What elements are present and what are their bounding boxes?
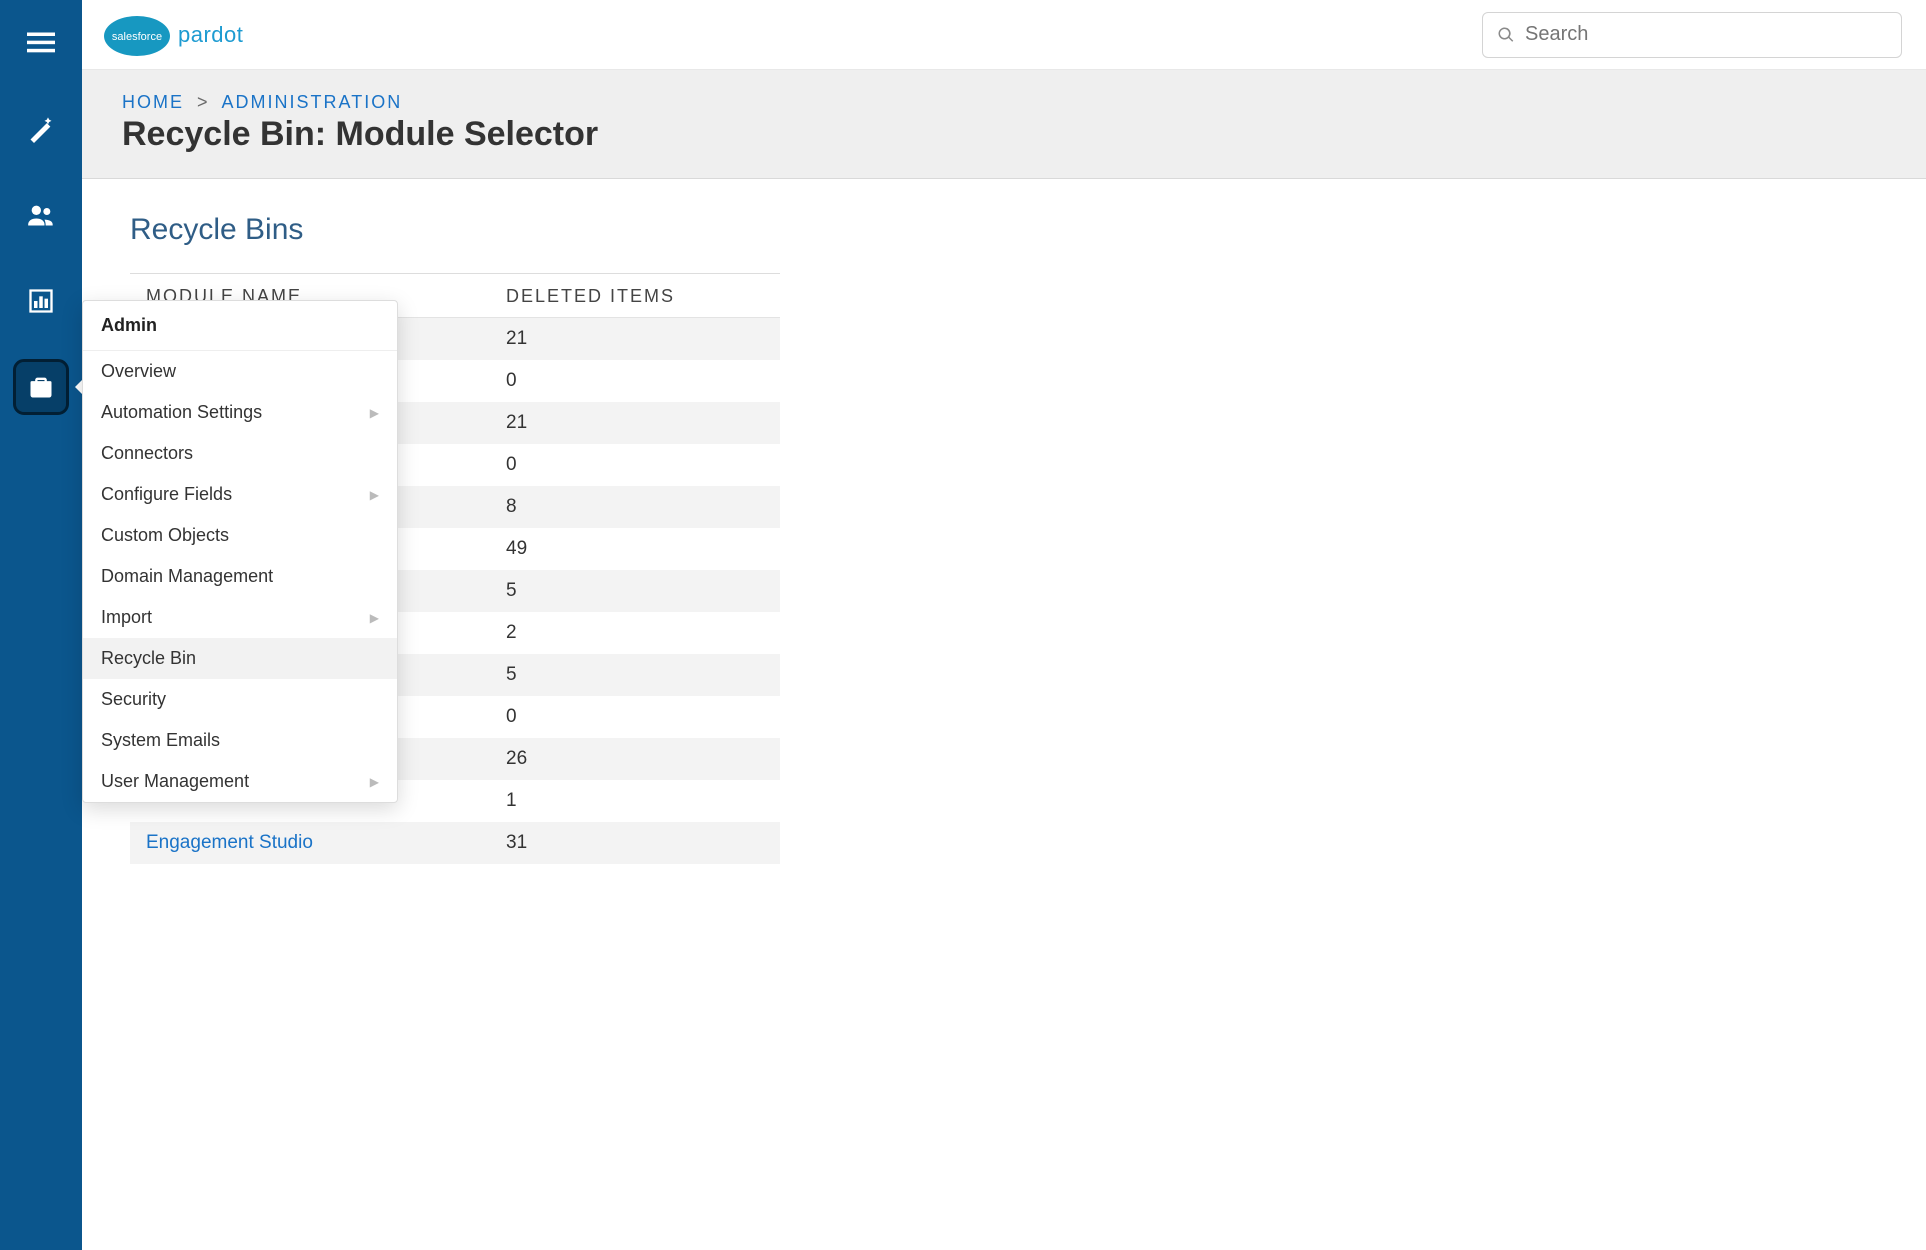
menu-icon[interactable]: [16, 18, 66, 68]
chevron-right-icon: ▶: [370, 488, 379, 502]
breadcrumb: HOME > ADMINISTRATION: [122, 92, 1886, 113]
admin-menu-item-label: Overview: [101, 361, 176, 382]
deleted-count-cell: 0: [506, 706, 780, 728]
admin-menu-item-label: Security: [101, 689, 166, 710]
search-box[interactable]: [1482, 12, 1902, 58]
brand: salesforce pardot: [102, 12, 243, 58]
deleted-count-cell: 8: [506, 496, 780, 518]
admin-menu-item[interactable]: Connectors: [83, 433, 397, 474]
deleted-count-cell: 2: [506, 622, 780, 644]
deleted-count-cell: 31: [506, 832, 780, 854]
admin-menu-item[interactable]: Import ▶: [83, 597, 397, 638]
table-row: Engagement Studio 31: [130, 822, 780, 864]
deleted-count-cell: 5: [506, 580, 780, 602]
deleted-count-cell: 5: [506, 664, 780, 686]
main-column: salesforce pardot HOME > ADMINISTRATION …: [82, 0, 1926, 1250]
admin-menu-item-label: Import: [101, 607, 152, 628]
admin-menu-item[interactable]: Overview: [83, 351, 397, 392]
page-title: Recycle Bin: Module Selector: [122, 115, 1886, 154]
admin-menu-item[interactable]: Domain Management: [83, 556, 397, 597]
left-rail: [0, 0, 82, 1250]
admin-menu-item[interactable]: User Management ▶: [83, 761, 397, 802]
admin-menu-item-label: Recycle Bin: [101, 648, 196, 669]
admin-menu-title: Admin: [83, 301, 397, 351]
chevron-right-icon: ▶: [370, 775, 379, 789]
deleted-count-cell: 0: [506, 454, 780, 476]
search-icon: [1497, 26, 1515, 44]
admin-menu-items: Overview Automation Settings ▶ Connectors Co…: [83, 351, 397, 802]
col-header-deleted: DELETED ITEMS: [506, 286, 780, 307]
admin-menu-item[interactable]: Custom Objects: [83, 515, 397, 556]
section-title: Recycle Bins: [130, 213, 1886, 247]
deleted-count-cell: 21: [506, 412, 780, 434]
deleted-count-cell: 0: [506, 370, 780, 392]
module-name-cell: Engagement Studio: [146, 832, 506, 854]
app-root: salesforce pardot HOME > ADMINISTRATION …: [0, 0, 1926, 1250]
deleted-count-cell: 49: [506, 538, 780, 560]
salesforce-logo-icon: salesforce: [102, 12, 172, 58]
brand-product: pardot: [178, 22, 243, 48]
chart-icon[interactable]: [16, 276, 66, 326]
wand-icon[interactable]: [16, 104, 66, 154]
admin-menu-item[interactable]: Recycle Bin: [83, 638, 397, 679]
chevron-right-icon: ▶: [370, 611, 379, 625]
admin-menu-item-label: Domain Management: [101, 566, 273, 587]
breadcrumb-home[interactable]: HOME: [122, 92, 184, 112]
admin-menu-item-label: Configure Fields: [101, 484, 232, 505]
top-bar: salesforce pardot: [82, 0, 1926, 70]
people-icon[interactable]: [16, 190, 66, 240]
admin-flyout-menu: Admin Overview Automation Settings ▶ Connec…: [82, 300, 398, 803]
admin-menu-item-label: Custom Objects: [101, 525, 229, 546]
breadcrumb-sep: >: [191, 92, 216, 112]
search-input[interactable]: [1525, 23, 1887, 46]
chevron-right-icon: ▶: [370, 406, 379, 420]
module-link[interactable]: Engagement Studio: [146, 832, 313, 853]
admin-menu-item-label: System Emails: [101, 730, 220, 751]
breadcrumb-admin[interactable]: ADMINISTRATION: [222, 92, 403, 112]
admin-menu-item[interactable]: Configure Fields ▶: [83, 474, 397, 515]
deleted-count-cell: 1: [506, 790, 780, 812]
admin-menu-item-label: Connectors: [101, 443, 193, 464]
briefcase-icon[interactable]: [16, 362, 66, 412]
admin-menu-item-label: User Management: [101, 771, 249, 792]
breadcrumb-header: HOME > ADMINISTRATION Recycle Bin: Modul…: [82, 70, 1926, 179]
brand-cloud-text: salesforce: [112, 31, 162, 43]
admin-menu-item[interactable]: Automation Settings ▶: [83, 392, 397, 433]
deleted-count-cell: 21: [506, 328, 780, 350]
admin-menu-item[interactable]: Security: [83, 679, 397, 720]
deleted-count-cell: 26: [506, 748, 780, 770]
admin-menu-item[interactable]: System Emails: [83, 720, 397, 761]
admin-menu-item-label: Automation Settings: [101, 402, 262, 423]
